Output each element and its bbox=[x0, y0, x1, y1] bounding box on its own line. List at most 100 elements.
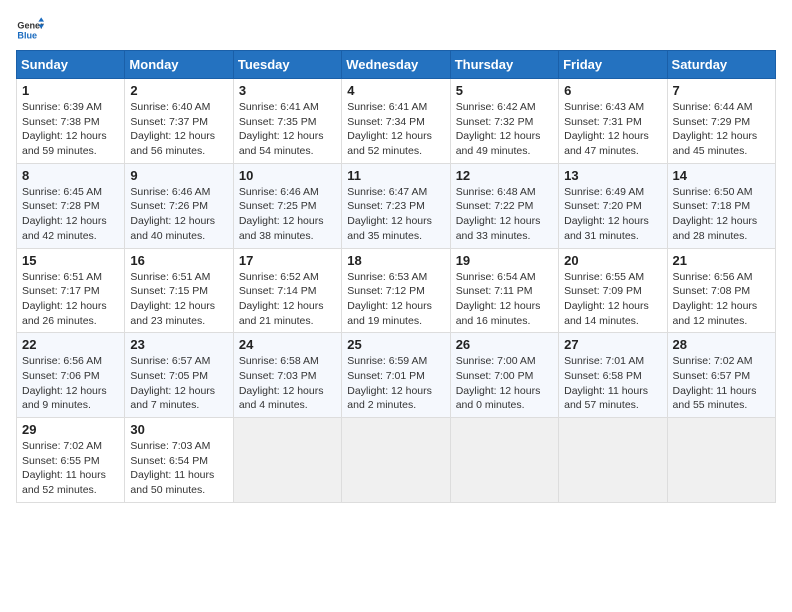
calendar-cell: 19 Sunrise: 6:54 AM Sunset: 7:11 PM Dayl… bbox=[450, 248, 558, 333]
day-info: Sunrise: 6:44 AM Sunset: 7:29 PM Dayligh… bbox=[673, 100, 770, 159]
day-number: 13 bbox=[564, 168, 661, 183]
weekday-header: Monday bbox=[125, 51, 233, 79]
calendar-cell: 28 Sunrise: 7:02 AM Sunset: 6:57 PM Dayl… bbox=[667, 333, 775, 418]
calendar-week-row: 1 Sunrise: 6:39 AM Sunset: 7:38 PM Dayli… bbox=[17, 79, 776, 164]
day-info: Sunrise: 6:49 AM Sunset: 7:20 PM Dayligh… bbox=[564, 185, 661, 244]
day-info: Sunrise: 6:50 AM Sunset: 7:18 PM Dayligh… bbox=[673, 185, 770, 244]
calendar-cell: 11 Sunrise: 6:47 AM Sunset: 7:23 PM Dayl… bbox=[342, 163, 450, 248]
weekday-header: Saturday bbox=[667, 51, 775, 79]
day-number: 21 bbox=[673, 253, 770, 268]
calendar-cell: 14 Sunrise: 6:50 AM Sunset: 7:18 PM Dayl… bbox=[667, 163, 775, 248]
calendar-cell: 8 Sunrise: 6:45 AM Sunset: 7:28 PM Dayli… bbox=[17, 163, 125, 248]
calendar-table: SundayMondayTuesdayWednesdayThursdayFrid… bbox=[16, 50, 776, 503]
day-info: Sunrise: 6:52 AM Sunset: 7:14 PM Dayligh… bbox=[239, 270, 336, 329]
day-number: 3 bbox=[239, 83, 336, 98]
day-number: 20 bbox=[564, 253, 661, 268]
day-number: 2 bbox=[130, 83, 227, 98]
day-info: Sunrise: 6:40 AM Sunset: 7:37 PM Dayligh… bbox=[130, 100, 227, 159]
calendar-cell: 4 Sunrise: 6:41 AM Sunset: 7:34 PM Dayli… bbox=[342, 79, 450, 164]
calendar-cell: 27 Sunrise: 7:01 AM Sunset: 6:58 PM Dayl… bbox=[559, 333, 667, 418]
day-number: 22 bbox=[22, 337, 119, 352]
day-info: Sunrise: 7:01 AM Sunset: 6:58 PM Dayligh… bbox=[564, 354, 661, 413]
day-number: 9 bbox=[130, 168, 227, 183]
day-number: 23 bbox=[130, 337, 227, 352]
calendar-cell: 15 Sunrise: 6:51 AM Sunset: 7:17 PM Dayl… bbox=[17, 248, 125, 333]
day-info: Sunrise: 6:51 AM Sunset: 7:17 PM Dayligh… bbox=[22, 270, 119, 329]
logo: General Blue bbox=[16, 16, 48, 44]
calendar-cell: 6 Sunrise: 6:43 AM Sunset: 7:31 PM Dayli… bbox=[559, 79, 667, 164]
day-info: Sunrise: 6:58 AM Sunset: 7:03 PM Dayligh… bbox=[239, 354, 336, 413]
day-number: 8 bbox=[22, 168, 119, 183]
day-number: 14 bbox=[673, 168, 770, 183]
calendar-cell: 17 Sunrise: 6:52 AM Sunset: 7:14 PM Dayl… bbox=[233, 248, 341, 333]
day-info: Sunrise: 6:41 AM Sunset: 7:34 PM Dayligh… bbox=[347, 100, 444, 159]
calendar-cell: 10 Sunrise: 6:46 AM Sunset: 7:25 PM Dayl… bbox=[233, 163, 341, 248]
day-info: Sunrise: 7:03 AM Sunset: 6:54 PM Dayligh… bbox=[130, 439, 227, 498]
svg-text:Blue: Blue bbox=[17, 30, 37, 40]
day-info: Sunrise: 7:02 AM Sunset: 6:55 PM Dayligh… bbox=[22, 439, 119, 498]
weekday-header-row: SundayMondayTuesdayWednesdayThursdayFrid… bbox=[17, 51, 776, 79]
day-number: 15 bbox=[22, 253, 119, 268]
calendar-cell bbox=[450, 418, 558, 503]
calendar-cell: 7 Sunrise: 6:44 AM Sunset: 7:29 PM Dayli… bbox=[667, 79, 775, 164]
day-info: Sunrise: 6:55 AM Sunset: 7:09 PM Dayligh… bbox=[564, 270, 661, 329]
calendar-cell: 26 Sunrise: 7:00 AM Sunset: 7:00 PM Dayl… bbox=[450, 333, 558, 418]
weekday-header: Wednesday bbox=[342, 51, 450, 79]
day-info: Sunrise: 6:39 AM Sunset: 7:38 PM Dayligh… bbox=[22, 100, 119, 159]
day-number: 26 bbox=[456, 337, 553, 352]
calendar-cell bbox=[559, 418, 667, 503]
calendar-cell: 30 Sunrise: 7:03 AM Sunset: 6:54 PM Dayl… bbox=[125, 418, 233, 503]
calendar-cell: 16 Sunrise: 6:51 AM Sunset: 7:15 PM Dayl… bbox=[125, 248, 233, 333]
calendar-week-row: 29 Sunrise: 7:02 AM Sunset: 6:55 PM Dayl… bbox=[17, 418, 776, 503]
calendar-cell: 22 Sunrise: 6:56 AM Sunset: 7:06 PM Dayl… bbox=[17, 333, 125, 418]
day-number: 28 bbox=[673, 337, 770, 352]
day-info: Sunrise: 7:02 AM Sunset: 6:57 PM Dayligh… bbox=[673, 354, 770, 413]
day-number: 1 bbox=[22, 83, 119, 98]
day-number: 25 bbox=[347, 337, 444, 352]
calendar-cell: 21 Sunrise: 6:56 AM Sunset: 7:08 PM Dayl… bbox=[667, 248, 775, 333]
calendar-cell: 13 Sunrise: 6:49 AM Sunset: 7:20 PM Dayl… bbox=[559, 163, 667, 248]
calendar-cell: 2 Sunrise: 6:40 AM Sunset: 7:37 PM Dayli… bbox=[125, 79, 233, 164]
calendar-cell: 5 Sunrise: 6:42 AM Sunset: 7:32 PM Dayli… bbox=[450, 79, 558, 164]
calendar-cell: 23 Sunrise: 6:57 AM Sunset: 7:05 PM Dayl… bbox=[125, 333, 233, 418]
day-number: 29 bbox=[22, 422, 119, 437]
calendar-cell: 20 Sunrise: 6:55 AM Sunset: 7:09 PM Dayl… bbox=[559, 248, 667, 333]
weekday-header: Thursday bbox=[450, 51, 558, 79]
day-info: Sunrise: 6:53 AM Sunset: 7:12 PM Dayligh… bbox=[347, 270, 444, 329]
day-number: 24 bbox=[239, 337, 336, 352]
day-info: Sunrise: 6:46 AM Sunset: 7:25 PM Dayligh… bbox=[239, 185, 336, 244]
calendar-cell bbox=[667, 418, 775, 503]
calendar-week-row: 8 Sunrise: 6:45 AM Sunset: 7:28 PM Dayli… bbox=[17, 163, 776, 248]
day-info: Sunrise: 6:41 AM Sunset: 7:35 PM Dayligh… bbox=[239, 100, 336, 159]
day-number: 30 bbox=[130, 422, 227, 437]
day-number: 6 bbox=[564, 83, 661, 98]
calendar-cell: 25 Sunrise: 6:59 AM Sunset: 7:01 PM Dayl… bbox=[342, 333, 450, 418]
page-header: General Blue bbox=[16, 16, 776, 44]
weekday-header: Friday bbox=[559, 51, 667, 79]
day-number: 12 bbox=[456, 168, 553, 183]
weekday-header: Sunday bbox=[17, 51, 125, 79]
day-info: Sunrise: 6:56 AM Sunset: 7:08 PM Dayligh… bbox=[673, 270, 770, 329]
day-info: Sunrise: 6:56 AM Sunset: 7:06 PM Dayligh… bbox=[22, 354, 119, 413]
calendar-cell: 12 Sunrise: 6:48 AM Sunset: 7:22 PM Dayl… bbox=[450, 163, 558, 248]
day-number: 4 bbox=[347, 83, 444, 98]
day-info: Sunrise: 6:47 AM Sunset: 7:23 PM Dayligh… bbox=[347, 185, 444, 244]
day-info: Sunrise: 6:48 AM Sunset: 7:22 PM Dayligh… bbox=[456, 185, 553, 244]
day-info: Sunrise: 6:54 AM Sunset: 7:11 PM Dayligh… bbox=[456, 270, 553, 329]
calendar-cell: 3 Sunrise: 6:41 AM Sunset: 7:35 PM Dayli… bbox=[233, 79, 341, 164]
calendar-cell: 29 Sunrise: 7:02 AM Sunset: 6:55 PM Dayl… bbox=[17, 418, 125, 503]
calendar-week-row: 22 Sunrise: 6:56 AM Sunset: 7:06 PM Dayl… bbox=[17, 333, 776, 418]
day-info: Sunrise: 6:45 AM Sunset: 7:28 PM Dayligh… bbox=[22, 185, 119, 244]
calendar-cell: 24 Sunrise: 6:58 AM Sunset: 7:03 PM Dayl… bbox=[233, 333, 341, 418]
logo-icon: General Blue bbox=[16, 16, 44, 44]
day-info: Sunrise: 6:43 AM Sunset: 7:31 PM Dayligh… bbox=[564, 100, 661, 159]
calendar-cell bbox=[233, 418, 341, 503]
day-number: 11 bbox=[347, 168, 444, 183]
day-number: 7 bbox=[673, 83, 770, 98]
calendar-cell: 18 Sunrise: 6:53 AM Sunset: 7:12 PM Dayl… bbox=[342, 248, 450, 333]
weekday-header: Tuesday bbox=[233, 51, 341, 79]
calendar-cell bbox=[342, 418, 450, 503]
day-number: 5 bbox=[456, 83, 553, 98]
day-info: Sunrise: 6:46 AM Sunset: 7:26 PM Dayligh… bbox=[130, 185, 227, 244]
calendar-week-row: 15 Sunrise: 6:51 AM Sunset: 7:17 PM Dayl… bbox=[17, 248, 776, 333]
